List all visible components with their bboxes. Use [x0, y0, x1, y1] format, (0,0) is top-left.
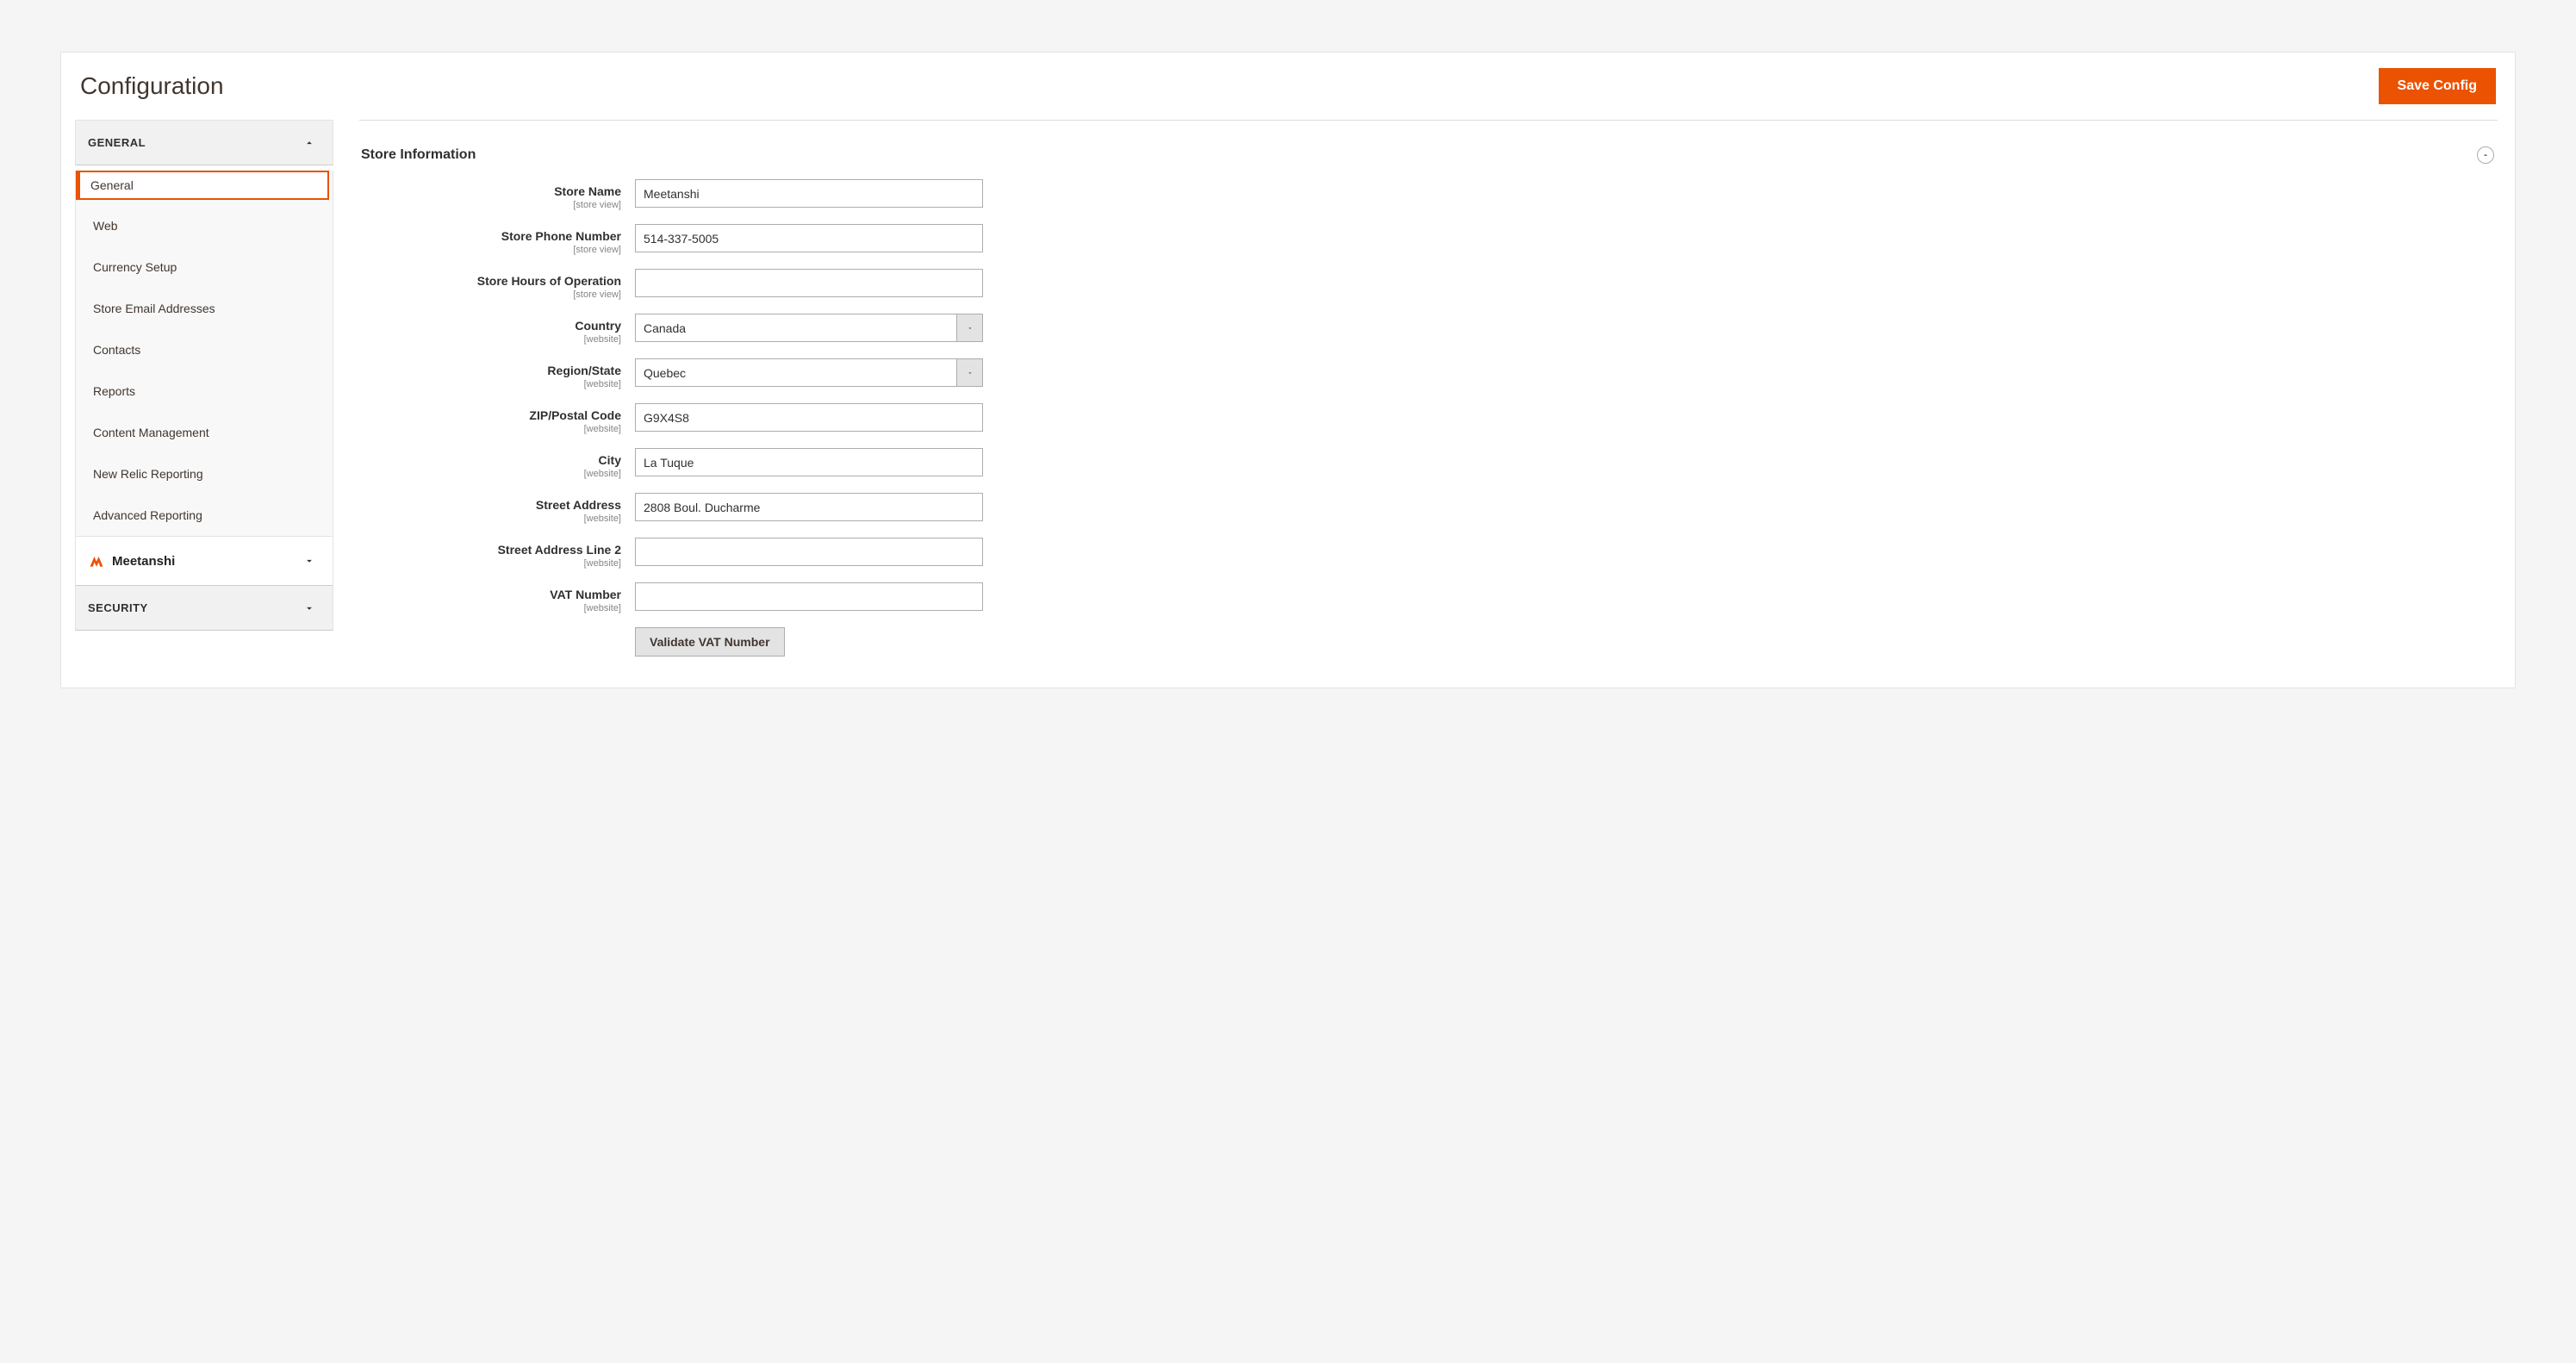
- chevron-down-icon: [303, 602, 315, 614]
- input-street1[interactable]: [635, 493, 983, 521]
- sidebar-item-advanced-reporting[interactable]: Advanced Reporting: [76, 495, 333, 536]
- label-street2: Street Address Line 2: [498, 543, 621, 557]
- input-hours[interactable]: [635, 269, 983, 297]
- input-store-name[interactable]: [635, 179, 983, 208]
- sidebar-item-reports[interactable]: Reports: [76, 370, 333, 412]
- config-sidebar: GENERAL General Web Currency Setup Store…: [61, 120, 333, 688]
- scope-hint: [website]: [359, 603, 621, 613]
- dropdown-caret-icon[interactable]: [956, 358, 983, 387]
- input-vat[interactable]: [635, 582, 983, 611]
- input-zip[interactable]: [635, 403, 983, 432]
- sidebar-group-label: SECURITY: [88, 601, 148, 614]
- section-title: Store Information: [361, 147, 476, 163]
- sidebar-item-content-mgmt[interactable]: Content Management: [76, 412, 333, 453]
- scope-hint: [website]: [359, 334, 621, 345]
- input-phone[interactable]: [635, 224, 983, 252]
- sidebar-group-label: GENERAL: [88, 136, 146, 149]
- sidebar-item-store-email[interactable]: Store Email Addresses: [76, 288, 333, 329]
- dropdown-caret-icon[interactable]: [956, 314, 983, 342]
- sidebar-item-new-relic[interactable]: New Relic Reporting: [76, 453, 333, 495]
- save-config-button[interactable]: Save Config: [2379, 68, 2496, 104]
- label-phone: Store Phone Number: [501, 229, 621, 243]
- sidebar-item-general[interactable]: General: [76, 171, 329, 200]
- chevron-down-icon: [303, 555, 315, 567]
- chevron-up-icon: [303, 137, 315, 149]
- scope-hint: [website]: [359, 513, 621, 524]
- label-zip: ZIP/Postal Code: [529, 408, 621, 422]
- scope-hint: [store view]: [359, 289, 621, 300]
- config-content: Store Information Store Name [store view…: [333, 120, 2515, 688]
- chevron-up-icon: [2481, 151, 2490, 159]
- label-region: Region/State: [547, 364, 621, 377]
- meetanshi-logo-icon: [88, 552, 105, 569]
- scope-hint: [website]: [359, 379, 621, 389]
- select-region[interactable]: [635, 358, 956, 387]
- sidebar-item-web[interactable]: Web: [76, 205, 333, 246]
- scope-hint: [website]: [359, 424, 621, 434]
- validate-vat-button[interactable]: Validate VAT Number: [635, 627, 785, 657]
- scope-hint: [store view]: [359, 200, 621, 210]
- sidebar-group-label: Meetanshi: [112, 554, 175, 569]
- scope-hint: [store view]: [359, 245, 621, 255]
- label-vat: VAT Number: [550, 588, 621, 601]
- sidebar-group-meetanshi[interactable]: Meetanshi: [75, 536, 333, 586]
- sidebar-group-general[interactable]: GENERAL: [75, 120, 333, 165]
- section-collapse-toggle[interactable]: [2477, 146, 2494, 164]
- input-street2[interactable]: [635, 538, 983, 566]
- sidebar-group-security[interactable]: SECURITY: [75, 586, 333, 631]
- input-city[interactable]: [635, 448, 983, 476]
- label-country: Country: [575, 319, 621, 333]
- select-country[interactable]: [635, 314, 956, 342]
- label-store-name: Store Name: [554, 184, 621, 198]
- label-hours: Store Hours of Operation: [477, 274, 621, 288]
- scope-hint: [website]: [359, 469, 621, 479]
- label-street1: Street Address: [536, 498, 621, 512]
- label-city: City: [599, 453, 621, 467]
- sidebar-item-currency-setup[interactable]: Currency Setup: [76, 246, 333, 288]
- scope-hint: [website]: [359, 558, 621, 569]
- page-title: Configuration: [80, 72, 224, 100]
- sidebar-item-contacts[interactable]: Contacts: [76, 329, 333, 370]
